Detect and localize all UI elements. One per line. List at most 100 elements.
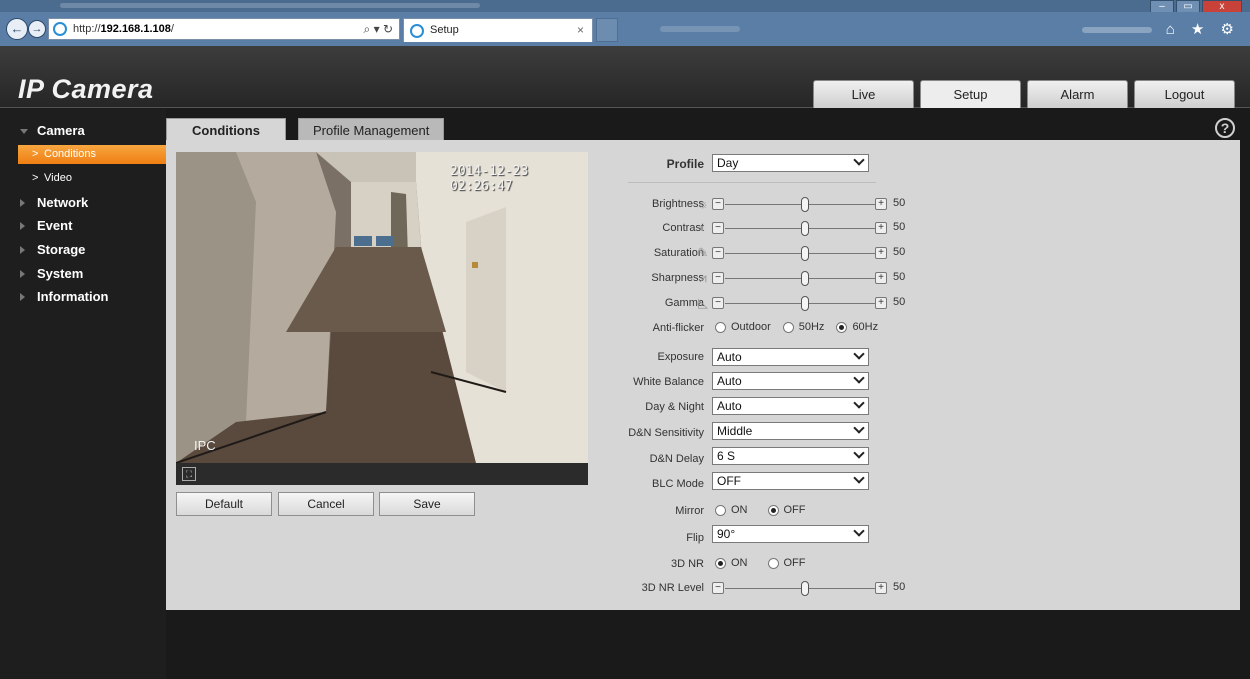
minus-icon[interactable]: − [712, 297, 724, 309]
slider-thumb[interactable] [801, 296, 809, 311]
radio-button[interactable] [767, 504, 779, 516]
radio-button[interactable] [715, 504, 726, 516]
gamma-label: Gamma [664, 297, 704, 309]
tab-alarm[interactable]: Alarm [1027, 80, 1128, 108]
sidebar-item-event[interactable]: Event [0, 216, 166, 236]
nr3d-label: 3D NR [670, 558, 704, 570]
nr3d-on[interactable]: ON [715, 557, 748, 569]
sidebar-item-storage[interactable]: Storage [0, 240, 166, 260]
profile-select[interactable]: Day [712, 154, 869, 172]
plus-icon[interactable]: + [875, 222, 887, 234]
minus-icon[interactable]: − [712, 222, 724, 234]
app-logo: IP Camera [18, 74, 154, 104]
radio-button[interactable] [782, 321, 794, 333]
sidebar-item-system[interactable]: System [0, 264, 166, 284]
minus-icon[interactable]: − [712, 272, 724, 284]
slider-thumb[interactable] [801, 197, 809, 212]
address-url: http://192.168.1.108/ [73, 23, 174, 35]
slider-thumb[interactable] [801, 581, 809, 596]
ie-tab-icon [410, 24, 424, 38]
new-tab-button[interactable] [596, 18, 618, 42]
sidebar-item-information[interactable]: Information [0, 287, 166, 307]
tab-title: Setup [430, 24, 459, 36]
plus-icon[interactable]: + [875, 297, 887, 309]
chevron-down-icon [853, 348, 865, 360]
browser-tab-setup[interactable]: Setup × [403, 18, 593, 42]
brightness-slider[interactable]: ☼ − + 50 [697, 196, 910, 212]
minus-icon[interactable]: − [712, 247, 724, 259]
sidebar-camera-label: Camera [37, 123, 85, 138]
slider-thumb[interactable] [801, 221, 809, 236]
fullscreen-icon[interactable]: ⛶ [182, 467, 196, 481]
radio-button[interactable] [767, 557, 779, 569]
day-night-select[interactable]: Auto [712, 397, 869, 415]
saturation-slider[interactable]: ✎ − + 50 [698, 245, 910, 261]
dn-delay-label: D&N Delay [649, 453, 704, 465]
contrast-icon: ◐ [699, 220, 707, 235]
flip-select[interactable]: 90° [712, 525, 869, 543]
plus-icon[interactable]: + [875, 247, 887, 259]
minus-icon[interactable]: − [712, 198, 724, 210]
tab-live[interactable]: Live [813, 80, 914, 108]
contrast-slider[interactable]: ◐ − + 50 [699, 220, 910, 236]
profile-label: Profile [666, 157, 704, 171]
antiflicker-radio-group: Outdoor 50Hz 60Hz [715, 321, 890, 333]
nr3d-level-slider[interactable]: − + 50 [710, 580, 910, 596]
sidebar-item-network[interactable]: Network [0, 193, 166, 213]
mirror-on[interactable]: ON [715, 504, 748, 516]
sun-icon: ☼ [697, 196, 709, 211]
slider-thumb[interactable] [801, 246, 809, 261]
exposure-select[interactable]: Auto [712, 348, 869, 366]
camera-preview: 2014-12-23 02:26:47 IPC [176, 152, 588, 463]
tab-logout[interactable]: Logout [1134, 80, 1235, 108]
brightness-value: 50 [893, 197, 906, 209]
radio-button[interactable] [836, 321, 848, 333]
chevron-down-icon [853, 397, 865, 409]
antiflicker-60hz[interactable]: 60Hz [836, 321, 878, 333]
plus-icon[interactable]: + [875, 582, 887, 594]
tab-setup[interactable]: Setup [920, 80, 1021, 108]
gamma-icon: ◺ [698, 295, 708, 310]
blc-mode-select[interactable]: OFF [712, 472, 869, 490]
mirror-off[interactable]: OFF [767, 504, 806, 516]
tab-profile-management[interactable]: Profile Management [298, 118, 445, 142]
sidebar-item-conditions[interactable]: > Conditions [18, 145, 166, 164]
minus-icon[interactable]: − [712, 582, 724, 594]
mirror-radio-group: ON OFF [715, 504, 818, 516]
tab-close-icon[interactable]: × [577, 23, 584, 37]
radio-button[interactable] [715, 321, 726, 333]
url-host: 192.168.1.108 [100, 23, 171, 35]
forward-button[interactable]: → [28, 20, 46, 38]
plus-icon[interactable]: + [875, 272, 887, 284]
nr3d-off[interactable]: OFF [767, 557, 806, 569]
plus-icon[interactable]: + [875, 198, 887, 210]
default-button[interactable]: Default [176, 492, 272, 516]
dn-sensitivity-select[interactable]: Middle [712, 422, 869, 440]
gamma-value: 50 [893, 296, 906, 308]
antiflicker-50hz[interactable]: 50Hz [782, 321, 824, 333]
antiflicker-outdoor[interactable]: Outdoor [715, 321, 771, 333]
sharpness-slider[interactable]: ⩘ − + 50 [699, 270, 910, 286]
exposure-value: Auto [717, 350, 742, 364]
antiflicker-label: Anti-flicker [652, 322, 704, 334]
sharpness-icon: ⩘ [699, 270, 707, 285]
tab-conditions[interactable]: Conditions [166, 118, 286, 142]
gamma-slider[interactable]: ◺ − + 50 [698, 295, 910, 311]
address-bar[interactable]: http://192.168.1.108/ ⌕ ▾ ↻ [48, 18, 400, 40]
dn-sensitivity-value: Middle [717, 424, 753, 438]
save-button[interactable]: Save [379, 492, 475, 516]
white-balance-select[interactable]: Auto [712, 372, 869, 390]
radio-button[interactable] [715, 557, 726, 569]
browser-right-icons[interactable]: ⌂ ★ ⚙ [1081, 20, 1240, 38]
sidebar-item-video[interactable]: > Video [18, 169, 166, 188]
sidebar-item-camera[interactable]: Camera [0, 121, 166, 141]
dn-delay-select[interactable]: 6 S [712, 447, 869, 465]
help-icon[interactable]: ? [1215, 118, 1235, 138]
address-tools-icon[interactable]: ⌕ ▾ ↻ [364, 22, 393, 37]
home-favorites-tools-icon[interactable]: ⌂ ★ ⚙ [1166, 21, 1240, 38]
back-button[interactable]: ← [6, 18, 28, 40]
cancel-button[interactable]: Cancel [278, 492, 374, 516]
chevron-right-icon: > [32, 172, 39, 184]
profile-value: Day [717, 156, 739, 170]
slider-thumb[interactable] [801, 271, 809, 286]
